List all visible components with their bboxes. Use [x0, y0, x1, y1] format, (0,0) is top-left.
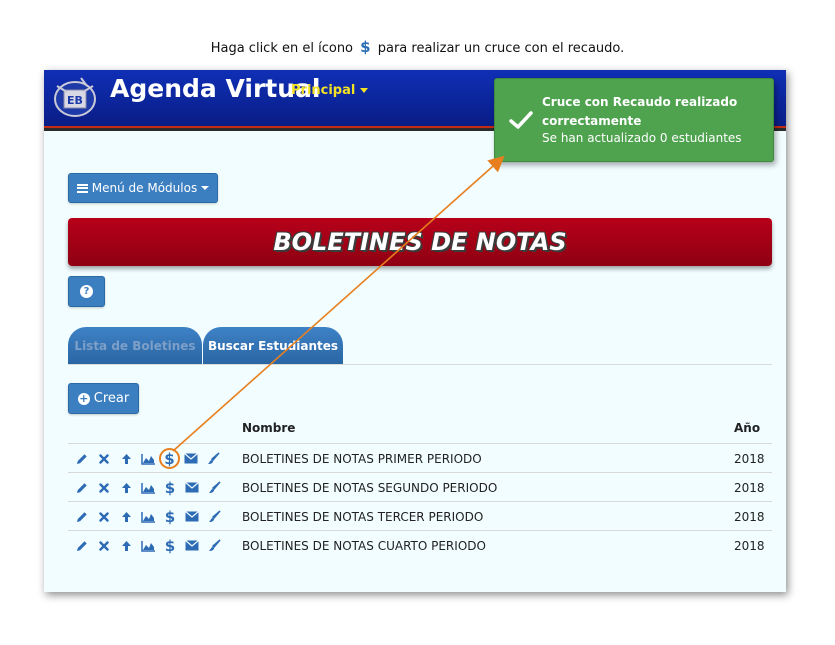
question-circle-icon: ?	[80, 285, 93, 298]
brush-icon[interactable]	[203, 479, 225, 497]
table-row[interactable]: $ BOLETINES DE NOTAS CUARTO PERIODO 2018	[68, 531, 772, 560]
table-row[interactable]: $ BOLETINES DE NOTAS SEGUNDO PERIODO 2018	[68, 473, 772, 502]
caret-down-icon	[360, 88, 369, 93]
caption-text-before: Haga click en el ícono	[210, 41, 354, 56]
toast-title: Cruce con Recaudo realizado correctament…	[542, 95, 738, 128]
pencil-icon[interactable]	[71, 450, 93, 468]
institution-logo-icon[interactable]: EB	[51, 76, 99, 120]
svg-text:EB: EB	[67, 94, 83, 107]
tutorial-screenshot: Haga click en el ícono $ para realizar u…	[0, 0, 835, 645]
times-icon[interactable]	[93, 508, 115, 526]
cell-name: BOLETINES DE NOTAS TERCER PERIODO	[242, 509, 484, 524]
cell-year: 2018	[734, 480, 765, 495]
brush-icon[interactable]	[203, 508, 225, 526]
dollar-icon[interactable]: $	[159, 537, 181, 555]
modules-menu-label: Menú de Módulos	[91, 181, 198, 195]
column-header-year[interactable]: Año	[734, 421, 760, 435]
brush-icon[interactable]	[203, 537, 225, 555]
brush-icon[interactable]	[202, 450, 224, 468]
caption-text-after: para realizar un cruce con el recaudo.	[377, 41, 625, 56]
row-actions: $	[71, 444, 224, 473]
table-row[interactable]: $ BOLETINES DE NOTAS TERCER PERIODO 2018	[68, 502, 772, 531]
times-icon[interactable]	[93, 450, 115, 468]
row-actions: $	[71, 502, 225, 531]
times-icon[interactable]	[93, 537, 115, 555]
area-chart-icon[interactable]	[137, 508, 159, 526]
pencil-icon[interactable]	[71, 479, 93, 497]
modules-menu-button[interactable]: Menú de Módulos	[68, 173, 218, 203]
envelope-icon[interactable]	[180, 450, 202, 468]
table-row[interactable]: $ BOLETINES DE NOTAS PRIMER PERIODO 2018	[68, 444, 772, 473]
create-button[interactable]: + Crear	[68, 383, 139, 414]
cell-year: 2018	[734, 538, 765, 553]
create-label: Crear	[93, 391, 130, 406]
tabs-divider	[68, 364, 772, 365]
area-chart-icon[interactable]	[137, 537, 159, 555]
row-actions: $	[71, 473, 225, 502]
help-button[interactable]: ?	[68, 276, 105, 307]
page-title: BOLETINES DE NOTAS	[273, 228, 567, 256]
dollar-icon[interactable]: $	[159, 508, 181, 526]
pencil-icon[interactable]	[71, 508, 93, 526]
caption-dollar-icon: $	[360, 38, 371, 56]
envelope-icon[interactable]	[181, 479, 203, 497]
toast-message: Se han actualizado 0 estudiantes	[542, 131, 742, 145]
arrow-up-icon[interactable]	[115, 450, 137, 468]
tab-lista-boletines[interactable]: Lista de Boletines	[68, 327, 202, 365]
caret-down-icon	[201, 186, 210, 190]
row-actions: $	[71, 531, 225, 560]
check-icon	[509, 111, 533, 129]
cell-year: 2018	[734, 451, 765, 466]
plus-circle-icon: +	[77, 392, 90, 405]
principal-label: Principal	[291, 83, 356, 98]
times-icon[interactable]	[93, 479, 115, 497]
cell-name: BOLETINES DE NOTAS SEGUNDO PERIODO	[242, 480, 498, 495]
envelope-icon[interactable]	[181, 508, 203, 526]
column-header-name[interactable]: Nombre	[242, 421, 295, 435]
instruction-caption: Haga click en el ícono $ para realizar u…	[0, 38, 835, 56]
area-chart-icon[interactable]	[137, 450, 159, 468]
principal-dropdown[interactable]: Principal	[291, 83, 369, 98]
cell-year: 2018	[734, 509, 765, 524]
dollar-icon[interactable]: $	[159, 479, 181, 497]
page-banner: BOLETINES DE NOTAS	[68, 218, 772, 266]
area-chart-icon[interactable]	[137, 479, 159, 497]
hamburger-icon	[76, 183, 88, 193]
cell-name: BOLETINES DE NOTAS CUARTO PERIODO	[242, 538, 486, 553]
cell-name: BOLETINES DE NOTAS PRIMER PERIODO	[242, 451, 482, 466]
envelope-icon[interactable]	[181, 537, 203, 555]
pencil-icon[interactable]	[71, 537, 93, 555]
arrow-up-icon[interactable]	[115, 479, 137, 497]
arrow-up-icon[interactable]	[115, 508, 137, 526]
tab-buscar-estudiantes[interactable]: Buscar Estudiantes	[203, 327, 343, 365]
success-toast[interactable]: Cruce con Recaudo realizado correctament…	[494, 78, 774, 162]
dollar-icon[interactable]: $	[159, 448, 180, 469]
app-title[interactable]: Agenda Virtual	[110, 74, 320, 103]
arrow-up-icon[interactable]	[115, 537, 137, 555]
